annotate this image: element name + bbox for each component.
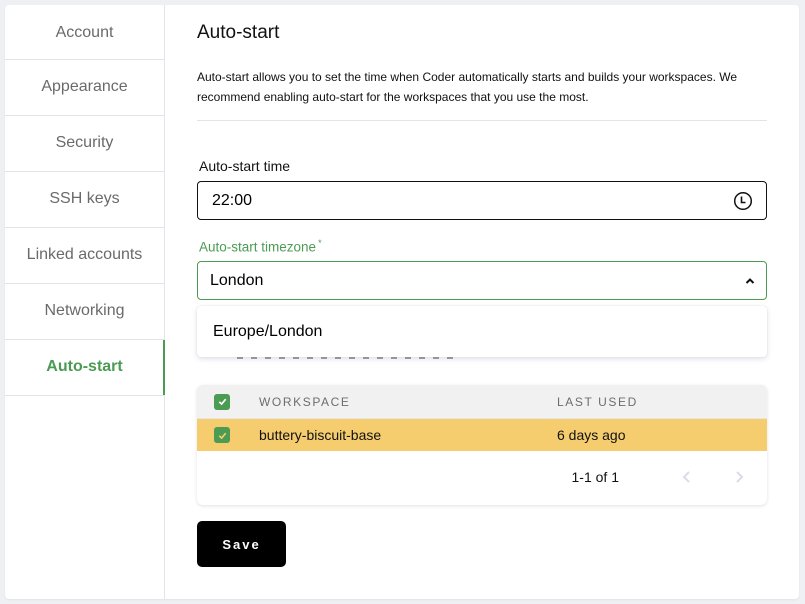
sidebar-item-label: Account [55,24,114,41]
check-icon [218,398,226,406]
pagination-range: 1-1 of 1 [571,469,619,485]
column-header-workspace[interactable]: WORKSPACE [247,395,557,409]
sidebar-item-security[interactable]: Security [5,116,164,172]
settings-sidebar: Account Appearance Security SSH keys Lin… [5,5,165,599]
sidebar-item-appearance[interactable]: Appearance [5,60,164,116]
row-checkbox[interactable] [214,427,230,443]
sidebar-item-account[interactable]: Account [5,5,164,60]
sidebar-item-label: Linked accounts [26,245,143,263]
save-button[interactable]: Save [197,521,286,567]
timezone-value: London [210,271,264,289]
section-divider [197,120,767,121]
workspace-name: buttery-biscuit-base [259,427,382,443]
timezone-option[interactable]: Europe/London [213,323,322,341]
page-description: Auto-start allows you to set the time wh… [197,70,738,104]
clock-icon[interactable] [733,191,753,211]
sidebar-item-auto-start[interactable]: Auto-start [5,340,165,396]
table-row[interactable]: buttery-biscuit-base 6 days ago [197,419,767,451]
auto-start-time-label: Auto-start time [199,158,291,174]
sidebar-item-linked-accounts[interactable]: Linked accounts [5,228,164,284]
check-icon [218,432,226,439]
sidebar-item-networking[interactable]: Networking [5,284,164,340]
table-header: WORKSPACE LAST USED [197,385,767,419]
table-pagination: 1-1 of 1 [197,451,767,503]
chevron-right-icon [736,471,744,483]
required-mark: * [318,238,322,248]
select-all-checkbox[interactable] [214,393,230,410]
last-used: 6 days ago [557,427,626,443]
timezone-label-text: Auto-start timezone [199,239,317,255]
sidebar-item-ssh-keys[interactable]: SSH keys [5,172,164,228]
auto-start-time-input[interactable]: 22:00 [197,181,767,220]
next-page-button[interactable] [727,465,751,489]
page-title: Auto-start [197,22,280,43]
time-value: 22:00 [212,191,253,209]
timezone-option-list: Europe/London [197,306,767,357]
auto-start-timezone-select[interactable]: London [197,261,767,300]
prev-page-button[interactable] [675,465,699,489]
sidebar-item-label: Networking [44,301,125,319]
sidebar-item-label: SSH keys [49,189,120,207]
chevron-left-icon [682,471,690,483]
auto-start-timezone-label: Auto-start timezone * [199,238,322,255]
column-header-last-used[interactable]: LAST USED [557,395,767,409]
workspaces-table: WORKSPACE LAST USED buttery-biscuit-base… [197,385,767,505]
sidebar-item-label: Appearance [41,77,128,95]
sidebar-item-label: Security [55,133,114,151]
sidebar-item-label: Auto-start [46,357,123,375]
chevron-up-icon[interactable] [744,275,756,287]
